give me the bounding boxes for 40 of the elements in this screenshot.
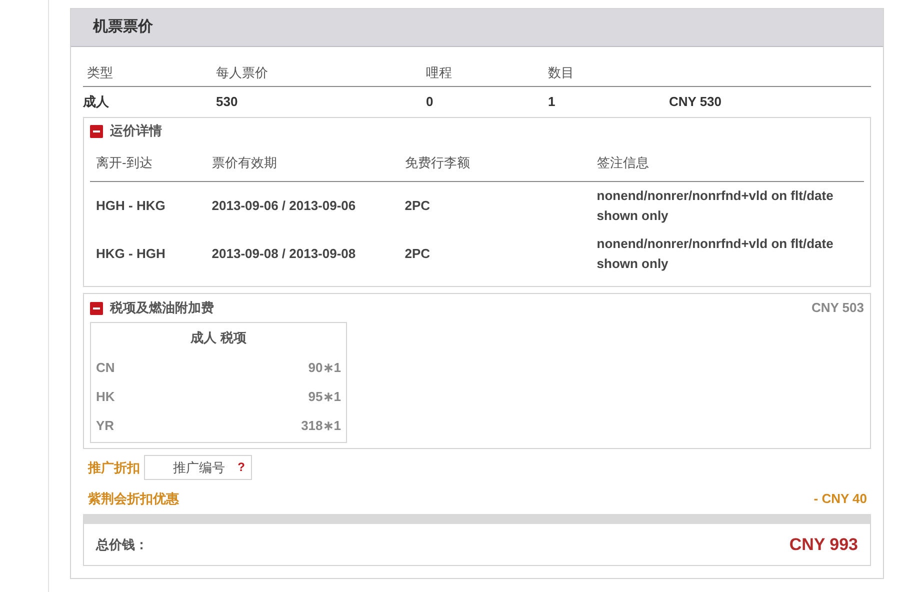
help-icon[interactable]: ? — [238, 458, 245, 476]
table-cell-text: 2PC — [404, 245, 432, 263]
table-cell-text: 530 — [216, 93, 239, 112]
tax-code: CN — [96, 358, 115, 377]
column-header: 离开-到达 — [96, 154, 154, 172]
tax-amount: 95∗1 — [308, 388, 341, 406]
table-cell-text: nonend/nonrer/nonrfnd+vld on flt/date shown only — [596, 187, 834, 225]
collapse-icon[interactable] — [90, 302, 103, 314]
tax-code: YR — [96, 416, 114, 435]
table-cell-text: 2013-09-06 / 2013-09-06 — [212, 197, 357, 215]
total-label: 总价钱： — [96, 536, 148, 554]
table-cell-text: nonend/nonrer/nonrfnd+vld on flt/date shown only — [596, 235, 834, 273]
column-header: 数目 — [548, 64, 575, 82]
column-header: 免费行李额 — [404, 154, 471, 172]
promo-label: 推广折扣 — [88, 458, 140, 477]
table-cell-text: HKG - HGH — [96, 245, 166, 263]
table-cell-text: 2013-09-08 / 2013-09-08 — [212, 245, 357, 263]
total-amount: CNY 993 — [789, 534, 858, 556]
table-cell-text: HGH - HKG — [96, 197, 166, 215]
table-cell-text: 1 — [548, 93, 556, 112]
tax-code: HK — [96, 388, 115, 406]
tax-amount: 90∗1 — [308, 358, 341, 377]
section-title: 运价详情 — [110, 122, 162, 140]
column-header: 类型 — [87, 64, 114, 82]
panel-title: 机票票价 — [93, 17, 153, 38]
tax-table-title: 成人 税项 — [189, 329, 248, 347]
column-header: 签注信息 — [596, 154, 650, 172]
tax-total: CNY 503 — [811, 299, 864, 318]
collapse-icon[interactable] — [90, 124, 103, 138]
discount-amount: - CNY 40 — [814, 490, 867, 508]
tax-amount: 318∗1 — [301, 416, 341, 435]
column-header: 票价有效期 — [212, 154, 278, 172]
table-cell-text: 成人 — [83, 93, 110, 112]
column-header: 哩程 — [426, 64, 453, 82]
table-cell-text: CNY 530 — [669, 93, 723, 112]
table-cell-text: 0 — [426, 93, 434, 112]
section-title: 税项及燃油附加费 — [110, 299, 214, 318]
column-header: 每人票价 — [216, 64, 269, 82]
discount-label: 紫荆会折扣优惠 — [88, 490, 179, 508]
table-cell-text: 2PC — [404, 197, 432, 215]
